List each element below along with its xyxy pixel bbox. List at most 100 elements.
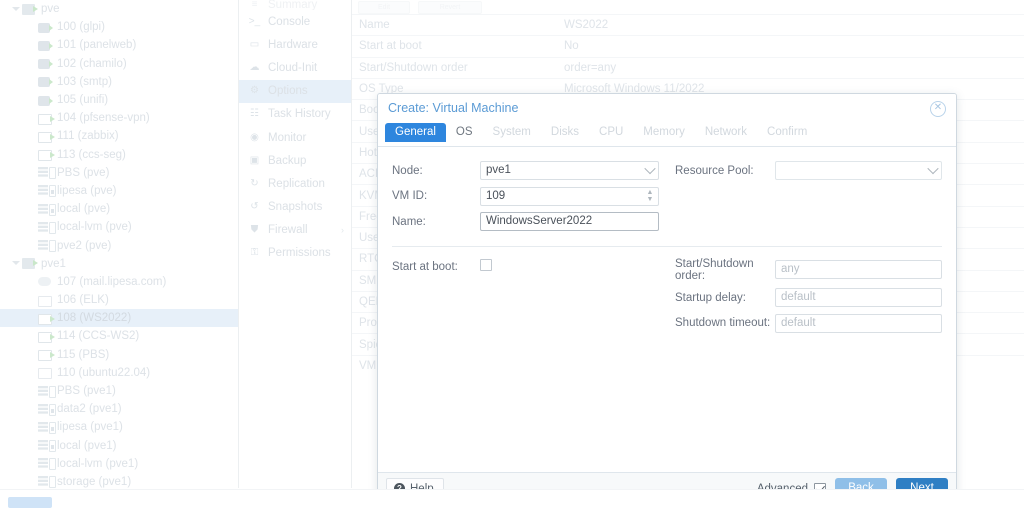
- options-toolbar[interactable]: Edit Revert: [352, 0, 1024, 14]
- tree-item[interactable]: 106 (ELK): [0, 291, 238, 309]
- container-icon: [38, 94, 53, 107]
- summary-icon: ≡: [248, 0, 261, 10]
- tree-item[interactable]: storage (pve1): [0, 473, 238, 488]
- nav-item-console[interactable]: >_Console: [239, 10, 351, 33]
- tab-confirm[interactable]: Confirm: [757, 123, 817, 142]
- nav-item-permissions[interactable]: ⚿Permissions: [239, 242, 351, 265]
- tree-item[interactable]: 115 (PBS): [0, 346, 238, 364]
- tab-system[interactable]: System: [483, 123, 541, 142]
- tree-item[interactable]: pve2 (pve): [0, 236, 238, 254]
- vm-nav-panel[interactable]: ≡Summary>_Console▭Hardware☁Cloud-Init⚙Op…: [239, 0, 352, 488]
- tree-item[interactable]: 102 (chamilo): [0, 55, 238, 73]
- tree-item[interactable]: local (pve): [0, 200, 238, 218]
- table-row[interactable]: NameWS2022: [352, 14, 1024, 35]
- tab-os[interactable]: OS: [446, 123, 483, 142]
- tree-item-label: 114 (CCS-WS2): [57, 330, 139, 342]
- tree-item[interactable]: 113 (ccs-seg): [0, 146, 238, 164]
- expander-spacer: [26, 149, 37, 160]
- vm-icon: [38, 148, 53, 161]
- resource-tree[interactable]: pve100 (glpi)101 (panelweb)102 (chamilo)…: [0, 0, 239, 488]
- tab-general[interactable]: General: [385, 123, 446, 142]
- startup-delay-input[interactable]: default: [775, 288, 942, 307]
- close-icon[interactable]: ✕: [930, 101, 946, 117]
- vm-icon-glyph: [38, 114, 52, 125]
- tree-item[interactable]: 108 (WS2022): [0, 309, 238, 327]
- tree-item[interactable]: 101 (panelweb): [0, 36, 238, 54]
- dialog-title: Create: Virtual Machine: [388, 101, 518, 115]
- expander-spacer: [26, 95, 37, 106]
- tree-item[interactable]: 107 (mail.lipesa.com): [0, 273, 238, 291]
- create-vm-dialog: Create: Virtual Machine ✕ GeneralOSSyste…: [377, 93, 957, 505]
- tree-item[interactable]: lipesa (pve1): [0, 418, 238, 436]
- tree-item[interactable]: PBS (pve): [0, 164, 238, 182]
- shutdown-timeout-input[interactable]: default: [775, 314, 942, 333]
- expander-open-icon[interactable]: [10, 4, 21, 15]
- expander-spacer: [26, 222, 37, 233]
- vm-off-icon: [38, 294, 53, 307]
- nav-item-label: Backup: [268, 155, 306, 167]
- tree-item-label: 115 (PBS): [57, 349, 109, 361]
- nav-item-replication[interactable]: ↻Replication: [239, 172, 351, 195]
- tab-disks[interactable]: Disks: [541, 123, 589, 142]
- expander-open-icon[interactable]: [10, 258, 21, 269]
- tab-network[interactable]: Network: [695, 123, 757, 142]
- toolbar-button[interactable]: Edit: [358, 1, 410, 14]
- spinner-icon[interactable]: ▲▼: [646, 189, 654, 204]
- nav-item-firewall[interactable]: ⛊Firewall›: [239, 219, 351, 242]
- advanced-column-right: Start/Shutdown order: any Startup delay:…: [675, 258, 942, 340]
- tab-memory[interactable]: Memory: [633, 123, 695, 142]
- tree-item[interactable]: 100 (glpi): [0, 18, 238, 36]
- tree-item[interactable]: 111 (zabbix): [0, 127, 238, 145]
- field-vmid: VM ID: 109 ▲▼: [392, 187, 659, 206]
- expander-spacer: [26, 40, 37, 51]
- nav-item-monitor[interactable]: ◉Monitor: [239, 126, 351, 149]
- table-row[interactable]: Start at bootNo: [352, 35, 1024, 56]
- nav-item-snapshots[interactable]: ↺Snapshots: [239, 196, 351, 219]
- nav-item-options[interactable]: ⚙Options: [239, 80, 351, 103]
- expander-spacer: [26, 440, 37, 451]
- tree-item[interactable]: local (pve1): [0, 437, 238, 455]
- node-select[interactable]: pve1: [480, 161, 659, 180]
- tree-item[interactable]: 114 (CCS-WS2): [0, 327, 238, 345]
- tree-item[interactable]: 104 (pfsense-vpn): [0, 109, 238, 127]
- tree-item[interactable]: 105 (unifi): [0, 91, 238, 109]
- expander-spacer: [26, 349, 37, 360]
- name-input[interactable]: WindowsServer2022: [480, 212, 659, 231]
- field-startup-delay: Startup delay: default: [675, 288, 942, 307]
- nav-item-label: Console: [268, 16, 310, 28]
- storage-icon: [38, 475, 53, 488]
- tree-item-label: 105 (unifi): [57, 94, 108, 106]
- nav-item-hardware[interactable]: ▭Hardware: [239, 33, 351, 56]
- tree-item[interactable]: lipesa (pve): [0, 182, 238, 200]
- toolbar-button[interactable]: Revert: [418, 1, 482, 14]
- nav-item-summary[interactable]: ≡Summary: [239, 0, 351, 10]
- dialog-tabs[interactable]: GeneralOSSystemDisksCPUMemoryNetworkConf…: [378, 123, 956, 147]
- taskbar-item[interactable]: [8, 497, 52, 508]
- table-row[interactable]: Start/Shutdown orderorder=any: [352, 57, 1024, 78]
- table-cell-value: WS2022: [564, 19, 1024, 31]
- storage-icon: [38, 457, 53, 470]
- vm-icon: [38, 312, 53, 325]
- nav-item-task-history[interactable]: ☷Task History: [239, 103, 351, 126]
- tree-item[interactable]: pve: [0, 0, 238, 18]
- tree-item[interactable]: PBS (pve1): [0, 382, 238, 400]
- tree-item-label: 110 (ubuntu22.04): [57, 367, 150, 379]
- start-at-boot-checkbox[interactable]: [480, 259, 492, 271]
- startup-order-input[interactable]: any: [775, 260, 942, 279]
- tab-cpu[interactable]: CPU: [589, 123, 633, 142]
- node-label: Node:: [392, 165, 480, 177]
- tree-item[interactable]: 103 (smtp): [0, 73, 238, 91]
- startup-delay-label: Startup delay:: [675, 292, 775, 304]
- nav-item-backup[interactable]: ▣Backup: [239, 149, 351, 172]
- nav-item-cloud-init[interactable]: ☁Cloud-Init: [239, 56, 351, 79]
- tree-item[interactable]: local-lvm (pve1): [0, 455, 238, 473]
- vmid-input[interactable]: 109: [480, 187, 659, 206]
- lock-icon: ⚿: [248, 248, 261, 258]
- container-icon-glyph: [38, 41, 50, 51]
- tree-item[interactable]: local-lvm (pve): [0, 218, 238, 236]
- node-control: pve1: [480, 161, 659, 180]
- tree-item[interactable]: 110 (ubuntu22.04): [0, 364, 238, 382]
- tree-item[interactable]: pve1: [0, 255, 238, 273]
- tree-item[interactable]: data2 (pve1): [0, 400, 238, 418]
- resource-pool-select[interactable]: [775, 161, 942, 180]
